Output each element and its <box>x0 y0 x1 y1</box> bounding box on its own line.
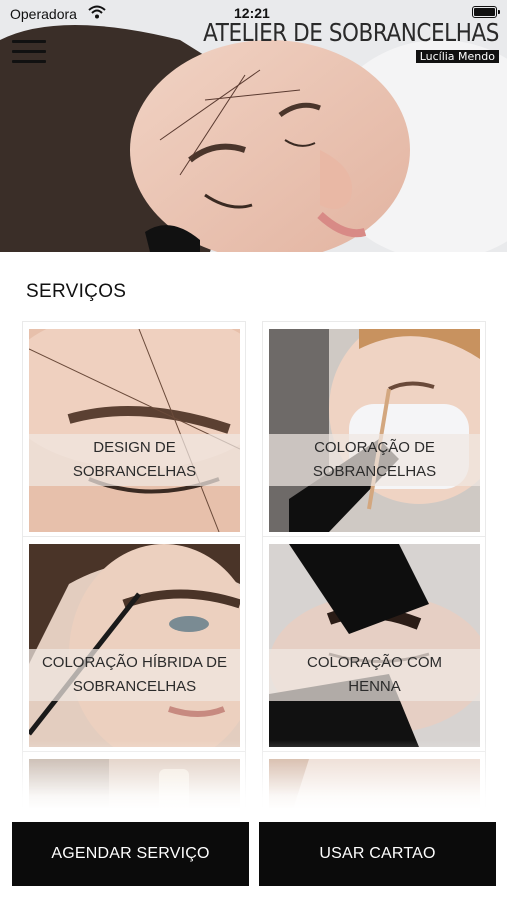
clock: 12:21 <box>234 5 270 21</box>
service-title-line: SOBRANCELHAS <box>72 463 197 480</box>
service-title-line: SOBRANCELHAS <box>312 463 437 480</box>
service-card-design[interactable]: DESIGN DE SOBRANCELHAS <box>22 321 246 537</box>
hero-image: ATELIER DE SOBRANCELHAS Lucília Mendo <box>0 0 507 252</box>
wifi-icon <box>88 5 106 19</box>
service-image: COLORAÇÃO DE SOBRANCELHAS <box>269 329 480 532</box>
service-image: COLORAÇÃO HÍBRIDA DE SOBRANCELHAS <box>29 544 240 747</box>
hamburger-line <box>12 50 46 53</box>
service-image: DESIGN DE SOBRANCELHAS <box>29 329 240 532</box>
service-title-line: COLORAÇÃO HÍBRIDA DE <box>41 654 228 671</box>
menu-button[interactable] <box>12 40 46 66</box>
hybrid-photo <box>29 544 240 747</box>
service-card-henna[interactable]: COLORAÇÃO COM HENNA <box>262 536 486 752</box>
hamburger-line <box>12 60 46 63</box>
service-caption: COLORAÇÃO COM HENNA <box>269 649 480 701</box>
eyebrow-photo <box>29 329 240 532</box>
service-title-line: COLORAÇÃO COM <box>306 654 442 671</box>
use-card-button[interactable]: USAR CARTAO <box>259 822 496 886</box>
hamburger-line <box>12 40 46 43</box>
bottom-action-bar: AGENDAR SERVIÇO USAR CARTAO <box>0 808 507 900</box>
bottom-fade <box>0 740 507 810</box>
book-service-button[interactable]: AGENDAR SERVIÇO <box>12 822 249 886</box>
service-caption: DESIGN DE SOBRANCELHAS <box>29 434 240 486</box>
service-title-line: HENNA <box>348 678 401 695</box>
service-card-coloring[interactable]: COLORAÇÃO DE SOBRANCELHAS <box>262 321 486 537</box>
service-title-line: DESIGN DE <box>93 439 176 456</box>
carrier-label: Operadora <box>10 6 77 22</box>
service-image: COLORAÇÃO COM HENNA <box>269 544 480 747</box>
battery-icon <box>472 6 500 18</box>
service-title-line: SOBRANCELHAS <box>72 678 197 695</box>
service-caption: COLORAÇÃO DE SOBRANCELHAS <box>269 434 480 486</box>
service-card-hybrid[interactable]: COLORAÇÃO HÍBRIDA DE SOBRANCELHAS <box>22 536 246 752</box>
service-caption: COLORAÇÃO HÍBRIDA DE SOBRANCELHAS <box>29 649 240 701</box>
service-title-line: COLORAÇÃO DE <box>314 439 435 456</box>
status-bar: Operadora 12:21 <box>0 0 507 26</box>
app-subtitle: Lucília Mendo <box>415 50 499 63</box>
henna-photo <box>269 544 480 747</box>
coloring-photo <box>269 329 480 532</box>
section-title: SERVIÇOS <box>26 281 127 302</box>
